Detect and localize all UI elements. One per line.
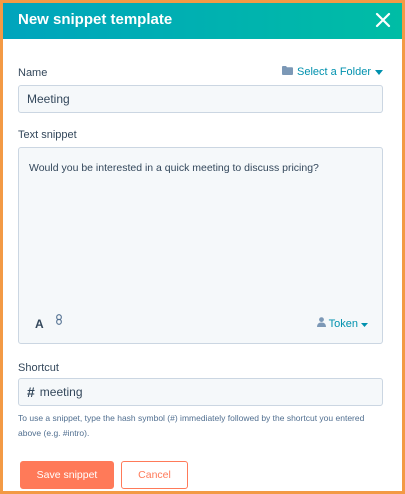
select-folder-label: Select a Folder [297,66,371,78]
select-folder-link[interactable]: Select a Folder [282,66,383,78]
text-snippet-editor[interactable]: Would you be interested in a quick meeti… [18,147,383,344]
snippet-dialog: New snippet template Name Select a Folde… [0,0,405,494]
caret-down-icon [375,66,383,78]
dialog-header: New snippet template [3,3,402,39]
person-icon [316,317,326,330]
close-icon[interactable] [370,7,396,33]
folder-icon [282,66,294,78]
shortcut-value: meeting [39,385,83,399]
caret-down-icon [361,318,368,330]
hash-prefix: # [27,384,35,400]
snippet-text: Would you be interested in a quick meeti… [29,162,319,174]
save-snippet-button[interactable]: Save snippet [20,461,114,489]
token-dropdown[interactable]: Token [316,317,368,330]
token-label: Token [328,317,358,330]
cancel-button[interactable]: Cancel [121,461,188,489]
dialog-title: New snippet template [18,11,173,28]
shortcut-label: Shortcut [18,362,59,374]
name-input[interactable]: Meeting [18,85,383,113]
shortcut-help-text: To use a snippet, type the hash symbol (… [18,413,365,438]
text-format-button[interactable]: A [35,317,44,331]
link-icon[interactable] [56,312,62,330]
shortcut-input[interactable]: # meeting [18,378,383,406]
text-snippet-label: Text snippet [18,129,77,141]
name-label: Name [18,67,48,79]
